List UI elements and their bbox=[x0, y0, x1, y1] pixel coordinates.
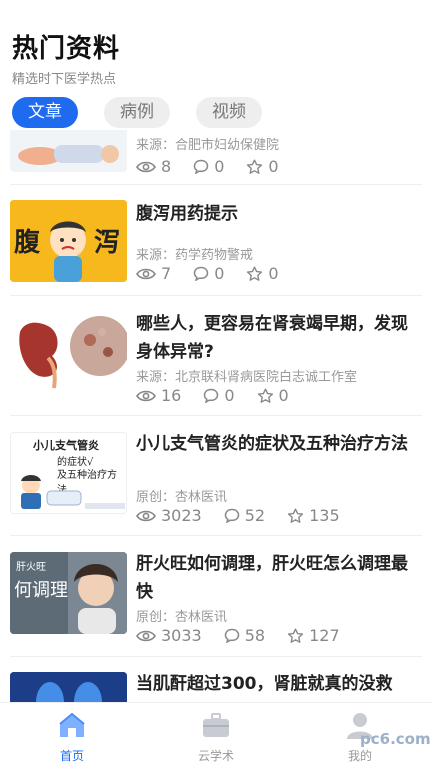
page-subtitle: 精选时下医学热点 bbox=[12, 72, 117, 87]
nav-home[interactable]: 首页 bbox=[32, 711, 112, 764]
article-source: 原创：杏林医讯 bbox=[136, 610, 228, 625]
article-source: 原创：杏林医讯 bbox=[136, 490, 228, 505]
article-title[interactable]: 肝火旺如何调理，肝火旺怎么调理最快 bbox=[136, 550, 414, 606]
comment-icon bbox=[193, 266, 209, 281]
star-icon bbox=[247, 266, 263, 281]
like-count: 0 bbox=[257, 386, 289, 405]
view-count: 16 bbox=[136, 386, 181, 405]
briefcase-icon bbox=[203, 713, 229, 737]
comment-count: 52 bbox=[224, 506, 265, 525]
comment-icon bbox=[204, 388, 219, 403]
list-item[interactable]: 来源：合肥市妇幼保健院 8 0 0 bbox=[0, 130, 432, 185]
view-count: 3033 bbox=[136, 626, 202, 645]
like-count: 135 bbox=[287, 506, 340, 525]
eye-icon bbox=[136, 268, 156, 279]
page-title: 热门资料 bbox=[12, 34, 121, 64]
nav-label: 云学术 bbox=[197, 749, 234, 763]
article-feed[interactable]: 来源：合肥市妇幼保健院 8 0 0 腹 泻 腹泻用药提示 来源：药学药物警戒 7… bbox=[0, 130, 432, 702]
comment-count: 0 bbox=[193, 157, 224, 176]
eye-icon bbox=[136, 390, 156, 401]
view-count: 8 bbox=[136, 157, 171, 176]
article-stats: 7 0 0 bbox=[136, 264, 279, 283]
thumbnail-text: 小儿支气管炎 bbox=[33, 439, 99, 452]
article-title[interactable]: 哪些人，更容易在肾衰竭早期，发现身体异常? bbox=[136, 310, 414, 366]
nav-label: 我的 bbox=[347, 749, 372, 763]
thumbnail-text: 肝火旺 bbox=[16, 562, 46, 573]
article-source: 来源：北京联科肾病医院白志诚工作室 bbox=[136, 370, 358, 385]
thumbnail-text: 何调理 bbox=[14, 580, 68, 601]
comment-icon bbox=[224, 508, 239, 523]
list-item[interactable]: 肝火旺 何调理 肝火旺如何调理，肝火旺怎么调理最快 原创：杏林医讯 3033 5… bbox=[0, 546, 432, 656]
divider bbox=[10, 535, 422, 536]
article-source: 来源：合肥市妇幼保健院 bbox=[136, 138, 280, 153]
header: 热门资料 精选时下医学热点 文章 病例 视频 bbox=[0, 0, 432, 130]
thumbnail-text: 腹 bbox=[14, 228, 41, 258]
tab-cases[interactable]: 病例 bbox=[104, 97, 170, 128]
tab-bar: 文章 病例 视频 bbox=[12, 97, 262, 131]
star-icon bbox=[287, 628, 304, 643]
divider bbox=[10, 184, 422, 185]
like-count: 127 bbox=[287, 626, 340, 645]
eye-icon bbox=[136, 510, 156, 521]
divider bbox=[10, 295, 422, 296]
eye-icon bbox=[136, 161, 156, 172]
list-item[interactable]: 哪些人，更容易在肾衰竭早期，发现身体异常? 来源：北京联科肾病医院白志诚工作室 … bbox=[0, 306, 432, 416]
star-icon bbox=[247, 159, 263, 174]
eye-icon bbox=[136, 630, 156, 641]
nav-academic[interactable]: 云学术 bbox=[176, 711, 256, 764]
like-count: 0 bbox=[246, 264, 279, 283]
article-title[interactable]: 当肌酐超过300，肾脏就真的没救 bbox=[136, 670, 414, 698]
tab-articles[interactable]: 文章 bbox=[12, 97, 78, 128]
list-item[interactable]: 小儿支气管炎 的症状√ 及五种治疗方法 小儿支气管炎的症状及五种治疗方法 原创：… bbox=[0, 426, 432, 536]
view-count: 3023 bbox=[136, 506, 202, 525]
tab-videos[interactable]: 视频 bbox=[196, 97, 262, 128]
article-thumbnail: 腹 泻 bbox=[10, 200, 127, 282]
view-count: 7 bbox=[136, 264, 171, 283]
article-stats: 16 0 0 bbox=[136, 386, 289, 405]
article-thumbnail: 肝火旺 何调理 bbox=[10, 552, 127, 634]
thumbnail-text: 泻 bbox=[94, 228, 121, 258]
article-thumbnail bbox=[10, 130, 127, 172]
article-stats: 3023 52 135 bbox=[136, 506, 340, 525]
article-title[interactable]: 腹泻用药提示 bbox=[136, 200, 414, 228]
divider bbox=[10, 415, 422, 416]
star-icon bbox=[257, 388, 273, 403]
comment-count: 0 bbox=[203, 386, 235, 405]
like-count: 0 bbox=[246, 157, 279, 176]
article-thumbnail bbox=[10, 312, 127, 394]
nav-label: 首页 bbox=[59, 749, 84, 763]
article-stats: 3033 58 127 bbox=[136, 626, 340, 645]
comment-count: 0 bbox=[193, 264, 224, 283]
comment-count: 58 bbox=[224, 626, 265, 645]
article-stats: 8 0 0 bbox=[136, 157, 279, 176]
watermark: pc6.com bbox=[360, 730, 431, 748]
article-title[interactable]: 小儿支气管炎的症状及五种治疗方法 bbox=[136, 430, 414, 458]
article-source: 来源：药学药物警戒 bbox=[136, 248, 254, 263]
star-icon bbox=[287, 508, 304, 523]
article-thumbnail: 小儿支气管炎 的症状√ 及五种治疗方法 bbox=[10, 432, 127, 514]
comment-icon bbox=[224, 628, 239, 643]
home-icon bbox=[59, 712, 85, 737]
article-thumbnail bbox=[10, 672, 127, 702]
list-item[interactable]: 腹 泻 腹泻用药提示 来源：药学药物警戒 7 0 0 bbox=[0, 194, 432, 294]
comment-icon bbox=[193, 159, 209, 174]
divider bbox=[10, 656, 422, 657]
list-item[interactable]: 当肌酐超过300，肾脏就真的没救 bbox=[0, 666, 432, 702]
